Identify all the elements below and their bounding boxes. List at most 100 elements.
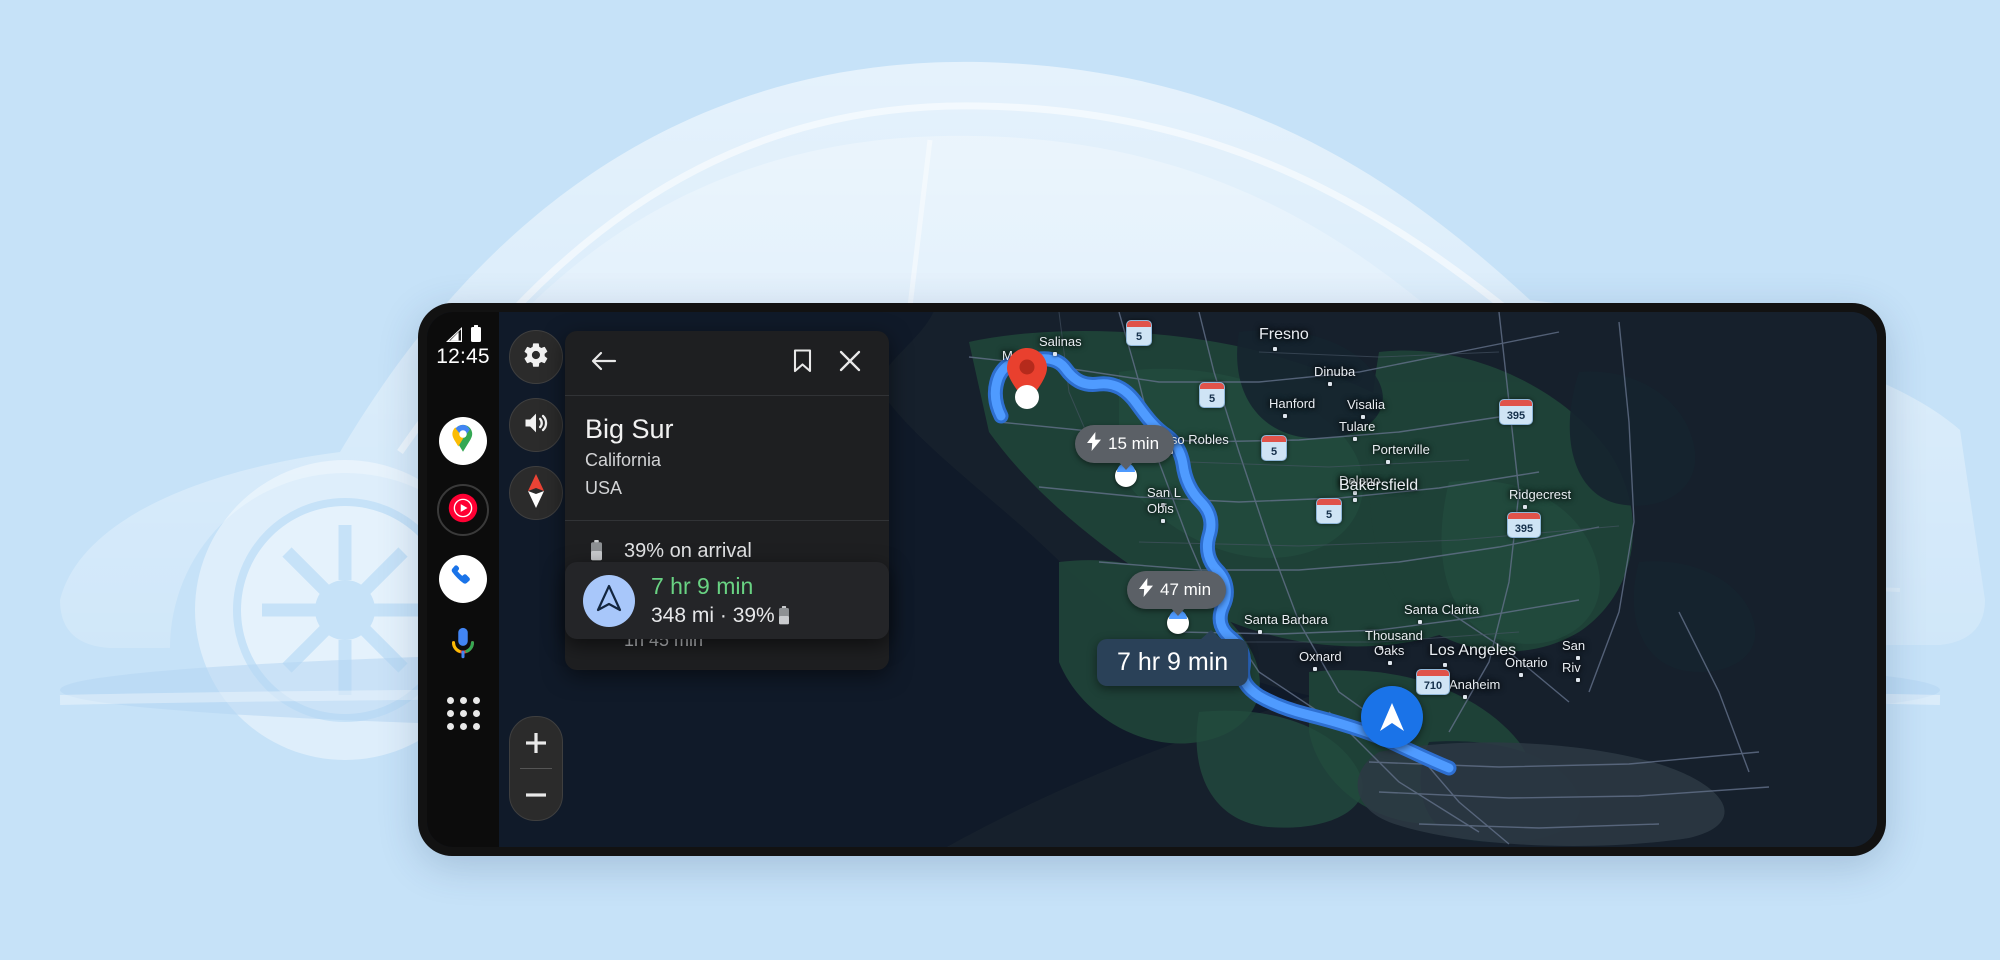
sidebar-item-google-maps[interactable] — [439, 417, 487, 465]
highway-shield: 5 — [1199, 382, 1225, 408]
map-settings-button[interactable] — [509, 330, 563, 384]
map-volume-button[interactable] — [509, 398, 563, 452]
bookmark-icon — [793, 348, 812, 378]
shield-number: 710 — [1423, 680, 1443, 692]
map-city-dot — [1328, 382, 1332, 386]
shield-number: 5 — [1270, 446, 1278, 458]
signal-icon — [444, 326, 464, 343]
status-clock: 12:45 — [436, 345, 490, 368]
map-city-dot — [1576, 678, 1580, 682]
map-city-dot — [1523, 505, 1527, 509]
callout-tail — [1200, 630, 1223, 640]
zoom-out-button[interactable] — [510, 769, 562, 820]
sidebar-item-assistant[interactable] — [439, 622, 487, 670]
close-button[interactable] — [831, 344, 869, 382]
map-city-dot — [1353, 491, 1357, 495]
system-app-list — [427, 417, 499, 737]
head-unit-screen: 12:45 Salinas Mo Fresno Dinuba Hanford V… — [427, 312, 1877, 847]
sidebar-item-all-apps[interactable] — [439, 689, 487, 737]
highway-shield: 5 — [1316, 498, 1342, 524]
map-city-dot — [1463, 695, 1467, 699]
shield-number: 395 — [1506, 410, 1526, 422]
back-button[interactable] — [585, 344, 623, 382]
shield-number: 5 — [1325, 509, 1333, 521]
trip-eta-label: 7 hr 9 min — [1117, 648, 1229, 676]
bolt-icon — [1139, 578, 1153, 602]
shield-top-bar — [1508, 513, 1540, 519]
start-navigation-card[interactable]: 7 hr 9 min 348 mi · 39% — [565, 562, 889, 639]
navigation-arrow-button[interactable] — [583, 574, 635, 627]
chip-tail — [1117, 461, 1134, 470]
map-city-dot — [1361, 415, 1365, 419]
map-control-column — [499, 312, 573, 847]
map-zoom-controls — [509, 716, 563, 821]
map-city-dot — [1519, 673, 1523, 677]
place-name: Big Sur — [585, 414, 674, 444]
battery-on-arrival-text: 39% on arrival — [624, 540, 752, 562]
shield-number: 5 — [1208, 393, 1216, 405]
nav-eta: 7 hr 9 min — [651, 572, 754, 599]
screenshot-root: 12:45 Salinas Mo Fresno Dinuba Hanford V… — [0, 0, 2000, 960]
highway-shield: 395 — [1507, 512, 1541, 538]
zoom-in-button[interactable] — [510, 717, 562, 768]
battery-icon — [470, 325, 482, 343]
close-icon — [839, 350, 861, 377]
map-city-dot — [1353, 498, 1357, 502]
map-city-dot — [1161, 519, 1165, 523]
navigation-arrow-icon — [596, 584, 622, 617]
navigation-arrow-icon — [1380, 703, 1404, 731]
trip-eta-callout[interactable]: 7 hr 9 min — [1097, 630, 1249, 686]
charging-stop-label-1: 15 min — [1108, 434, 1160, 453]
map-compass-button[interactable] — [509, 466, 563, 520]
youtube-music-icon — [445, 490, 481, 531]
sidebar-item-youtube-music[interactable] — [437, 484, 489, 536]
bolt-icon — [1087, 432, 1101, 456]
place-region: California — [585, 450, 662, 470]
shield-top-bar — [1500, 400, 1532, 406]
navigation-summary: 7 hr 9 min 348 mi · 39% — [651, 572, 790, 630]
shield-top-bar — [1262, 436, 1286, 442]
card-header — [565, 331, 889, 395]
shield-number: 395 — [1514, 523, 1534, 535]
highway-shield: 395 — [1499, 399, 1533, 425]
sidebar-item-phone[interactable] — [439, 555, 487, 603]
map-city-dot — [1258, 630, 1262, 634]
app-grid-icon — [446, 696, 480, 730]
microphone-icon — [448, 626, 478, 667]
current-location-puck[interactable] — [1361, 686, 1423, 748]
highway-shield: 5 — [1261, 435, 1287, 461]
charging-stop-chip-1[interactable]: 15 min — [1075, 425, 1175, 470]
map-city-dot — [1418, 620, 1422, 624]
map-city-dot — [1353, 437, 1357, 441]
system-bar: 12:45 — [427, 312, 499, 847]
battery-icon — [585, 538, 607, 561]
shield-top-bar — [1200, 383, 1224, 389]
shield-top-bar — [1127, 321, 1151, 327]
back-arrow-icon — [591, 350, 617, 377]
map-city-dot — [1386, 460, 1390, 464]
map-city-dot — [1379, 646, 1383, 650]
nav-distance: 348 mi · 39% — [651, 603, 775, 627]
map-city-dot — [1273, 347, 1277, 351]
maps-icon — [446, 422, 480, 461]
chip-tail — [1169, 607, 1186, 616]
place-title-block: Big Sur California USA — [565, 396, 889, 520]
charging-stop-chip-2[interactable]: 47 min — [1127, 571, 1227, 616]
destination-anchor-dot — [1015, 385, 1039, 409]
map-city-dot — [1576, 656, 1580, 660]
shield-top-bar — [1417, 670, 1449, 676]
map-city-dot — [1388, 661, 1392, 665]
phone-icon — [447, 560, 480, 598]
highway-shield: 5 — [1126, 320, 1152, 346]
map-city-dot — [1313, 667, 1317, 671]
map-canvas[interactable]: Salinas Mo Fresno Dinuba Hanford Visalia Tular… — [499, 312, 1877, 847]
bookmark-button[interactable] — [783, 344, 821, 382]
status-icons — [444, 323, 482, 343]
map-city-dot — [1161, 503, 1165, 507]
gear-icon — [522, 341, 550, 374]
highway-shield: 710 — [1416, 669, 1450, 695]
shield-number: 5 — [1135, 331, 1143, 343]
shield-top-bar — [1317, 499, 1341, 505]
destination-pin[interactable] — [1007, 348, 1047, 409]
map-city-dot — [1283, 414, 1287, 418]
